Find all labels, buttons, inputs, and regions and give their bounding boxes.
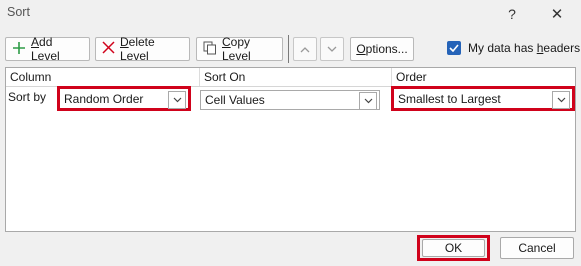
toolbar-separator	[288, 35, 289, 63]
cancel-button[interactable]: Cancel	[500, 237, 574, 259]
order-select-value: Smallest to Largest	[398, 91, 501, 106]
column-select-value: Random Order	[64, 91, 144, 106]
chevron-down-icon[interactable]	[359, 92, 377, 110]
chevron-up-icon	[300, 42, 310, 56]
move-down-button[interactable]	[320, 37, 344, 61]
options-button[interactable]: Options...	[350, 37, 414, 61]
sort-on-select[interactable]: Cell Values	[200, 90, 380, 110]
copy-level-label: Copy Level	[222, 35, 251, 63]
headers-checkbox[interactable]	[447, 41, 461, 55]
ok-button[interactable]: OK	[422, 239, 485, 257]
move-up-button[interactable]	[293, 37, 317, 61]
header-divider	[199, 68, 200, 86]
header-divider	[391, 68, 392, 86]
delete-level-button[interactable]: Delete Level	[95, 35, 190, 63]
column-header: Column	[10, 70, 52, 84]
plus-icon	[12, 41, 26, 58]
chevron-down-icon[interactable]	[552, 91, 570, 109]
copy-level-button[interactable]: Copy Level	[196, 35, 283, 63]
help-button[interactable]: ?	[495, 0, 529, 28]
options-label: Options...	[356, 42, 408, 56]
chevron-down-icon[interactable]	[168, 91, 186, 109]
headers-checkbox-label[interactable]: My data has headers	[468, 41, 580, 55]
delete-x-icon	[102, 41, 115, 57]
checkmark-icon	[449, 41, 459, 55]
sort-on-select-value: Cell Values	[205, 93, 265, 107]
column-select[interactable]: Random Order	[57, 86, 191, 111]
dialog-title: Sort	[7, 5, 30, 19]
sort-on-header: Sort On	[204, 70, 246, 84]
delete-level-label: Delete Level	[120, 35, 155, 63]
order-header: Order	[396, 70, 427, 84]
close-button[interactable]: ✕	[540, 0, 574, 28]
order-select[interactable]: Smallest to Largest	[391, 86, 575, 111]
add-level-button[interactable]: Add Level	[5, 35, 90, 63]
sort-by-label: Sort by	[8, 90, 47, 104]
add-level-label: Add Level	[31, 35, 60, 63]
chevron-down-icon	[327, 42, 337, 56]
copy-icon	[203, 41, 217, 58]
